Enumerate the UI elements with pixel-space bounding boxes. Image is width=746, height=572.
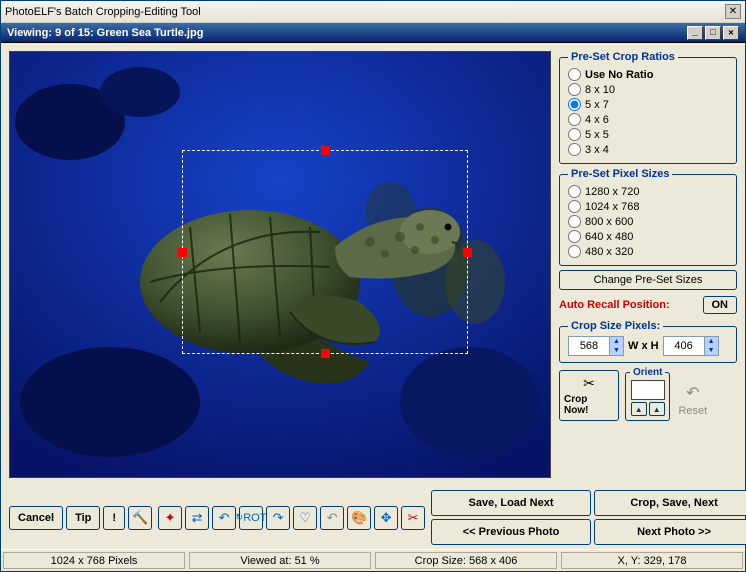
pixel-size-option[interactable]: 640 x 480: [568, 229, 728, 244]
titlebar-close-button[interactable]: ✕: [725, 4, 741, 19]
pixel-size-option[interactable]: 480 x 320: [568, 244, 728, 259]
pixel-size-option[interactable]: 1024 x 768: [568, 199, 728, 214]
auto-recall-toggle[interactable]: ON: [703, 296, 738, 314]
crop-size-legend: Crop Size Pixels:: [568, 320, 663, 332]
crop-height-down[interactable]: ▼: [704, 346, 718, 355]
side-panel: Pre-Set Crop Ratios Use No Ratio8 x 105 …: [559, 51, 737, 478]
color-wheel-icon[interactable]: 🎨: [347, 506, 371, 530]
shield-icon[interactable]: ♡: [293, 506, 317, 530]
wxh-label: W x H: [628, 340, 659, 352]
status-bar: 1024 x 768 Pixels Viewed at: 51 % Crop S…: [1, 549, 745, 571]
ratio-option[interactable]: 8 x 10: [568, 82, 728, 97]
cancel-button[interactable]: Cancel: [9, 506, 63, 530]
orient-group: Orient ▲ ▲: [625, 367, 670, 421]
hammer-icon[interactable]: 🔨: [128, 506, 152, 530]
previous-photo-button[interactable]: << Previous Photo: [431, 519, 591, 545]
viewing-text: Viewing: 9 of 15: Green Sea Turtle.jpg: [7, 27, 687, 39]
status-dimensions: 1024 x 768 Pixels: [3, 552, 185, 569]
crop-handle-n[interactable]: [321, 146, 330, 155]
crop-size-group: Crop Size Pixels: ▲▼ W x H ▲▼: [559, 320, 737, 363]
undo-icon: ↶: [686, 383, 699, 403]
preset-ratios-group: Pre-Set Crop Ratios Use No Ratio8 x 105 …: [559, 51, 737, 164]
wand-icon[interactable]: ✦: [158, 506, 182, 530]
auto-recall-row: Auto Recall Position: ON: [559, 294, 737, 316]
rotate-left-icon[interactable]: ↶: [212, 506, 236, 530]
crop-handle-s[interactable]: [321, 349, 330, 358]
next-photo-button[interactable]: Next Photo >>: [594, 519, 746, 545]
reset-button[interactable]: ↶ Reset: [676, 379, 709, 421]
crop-handle-e[interactable]: [463, 248, 472, 257]
undo-tool-icon[interactable]: ↶: [320, 506, 344, 530]
swap-icon[interactable]: ⇄: [185, 506, 209, 530]
rotate-icon[interactable]: ↻ROT: [239, 506, 263, 530]
status-crop-size: Crop Size: 568 x 406: [375, 552, 557, 569]
ratio-option[interactable]: 3 x 4: [568, 142, 728, 157]
status-xy: X, Y: 329, 178: [561, 552, 743, 569]
pixel-size-option[interactable]: 1280 x 720: [568, 184, 728, 199]
orient-preview: [631, 380, 665, 400]
ratio-option[interactable]: 5 x 7: [568, 97, 728, 112]
crop-save-next-button[interactable]: Crop, Save, Next: [594, 490, 746, 516]
cut-icon[interactable]: ✂: [401, 506, 425, 530]
ratio-option[interactable]: 5 x 5: [568, 127, 728, 142]
bang-button[interactable]: !: [103, 506, 125, 530]
crop-selection[interactable]: [182, 150, 468, 354]
ratio-option[interactable]: Use No Ratio: [568, 67, 728, 82]
app-title: PhotoELF's Batch Cropping-Editing Tool: [5, 6, 725, 18]
orient-portrait-button[interactable]: ▲: [649, 402, 665, 416]
status-zoom: Viewed at: 51 %: [189, 552, 371, 569]
app-window: PhotoELF's Batch Cropping-Editing Tool ✕…: [0, 0, 746, 572]
preset-ratios-legend: Pre-Set Crop Ratios: [568, 51, 678, 63]
close-button[interactable]: ✕: [723, 26, 739, 40]
bottom-toolbar: Cancel Tip ! 🔨 ✦ ⇄ ↶ ↻ROT ↷ ♡ ↶ 🎨 ✥ ✂ Sa…: [1, 486, 745, 549]
crop-width-input[interactable]: [569, 337, 609, 355]
maximize-button[interactable]: □: [705, 26, 721, 40]
orient-landscape-button[interactable]: ▲: [631, 402, 647, 416]
scissors-icon: ✂: [583, 375, 595, 392]
minimize-button[interactable]: _: [687, 26, 703, 40]
rotate-right-icon[interactable]: ↷: [266, 506, 290, 530]
crop-handle-w[interactable]: [178, 248, 187, 257]
ratio-option[interactable]: 4 x 6: [568, 112, 728, 127]
crop-width-up[interactable]: ▲: [609, 337, 623, 346]
tip-button[interactable]: Tip: [66, 506, 100, 530]
save-load-next-button[interactable]: Save, Load Next: [431, 490, 591, 516]
crop-height-input[interactable]: [664, 337, 704, 355]
crop-now-button[interactable]: ✂ Crop Now!: [559, 370, 619, 421]
pixel-size-option[interactable]: 800 x 600: [568, 214, 728, 229]
change-presets-button[interactable]: Change Pre-Set Sizes: [559, 270, 737, 290]
titlebar: PhotoELF's Batch Cropping-Editing Tool ✕: [1, 1, 745, 23]
move-icon[interactable]: ✥: [374, 506, 398, 530]
viewing-bar: Viewing: 9 of 15: Green Sea Turtle.jpg _…: [1, 23, 745, 43]
auto-recall-label: Auto Recall Position:: [559, 299, 670, 311]
crop-width-down[interactable]: ▼: [609, 346, 623, 355]
crop-height-spinner[interactable]: ▲▼: [663, 336, 719, 356]
preset-pixels-group: Pre-Set Pixel Sizes 1280 x 7201024 x 768…: [559, 168, 737, 266]
crop-width-spinner[interactable]: ▲▼: [568, 336, 624, 356]
preset-pixels-legend: Pre-Set Pixel Sizes: [568, 168, 672, 180]
crop-height-up[interactable]: ▲: [704, 337, 718, 346]
image-canvas[interactable]: [9, 51, 551, 478]
